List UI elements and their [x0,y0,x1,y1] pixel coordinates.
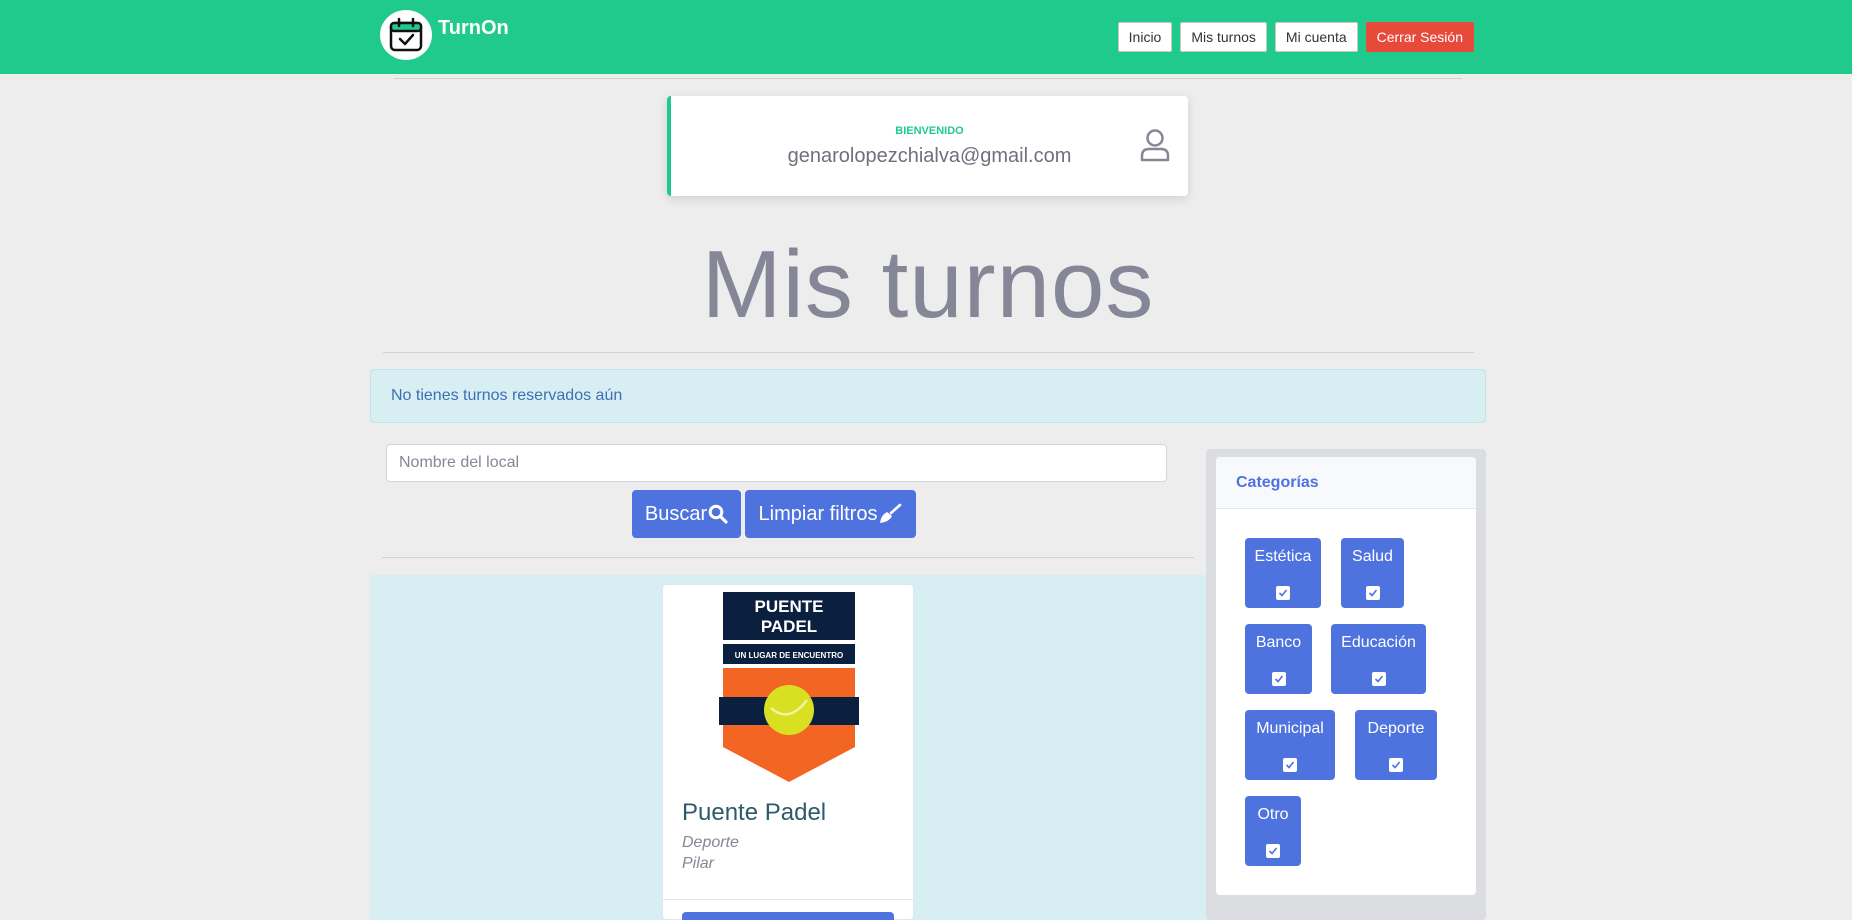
categories-title: Categorías [1216,457,1476,509]
local-card[interactable]: PUENTE PADEL UN LUGAR DE ENCUENTRO Puent… [662,584,914,920]
welcome-card: Bienvenido genarolopezchialva@gmail.com [667,96,1188,196]
category-label: Deporte [1367,720,1425,737]
nav-mis-turnos-button[interactable]: Mis turnos [1180,22,1267,52]
category-deporte-toggle[interactable]: Deporte [1355,710,1437,780]
nav-inicio-button[interactable]: Inicio [1117,22,1173,52]
brand-name[interactable]: TurnOn [438,17,509,40]
search-button-label: Buscar [644,502,708,525]
no-turnos-alert: No tienes turnos reservados aún [370,369,1486,423]
category-label: Salud [1352,548,1393,565]
category-banco-toggle[interactable]: Banco [1245,624,1312,694]
checkbox-icon[interactable] [1371,672,1386,686]
clear-filters-label: Limpiar filtros [758,502,878,525]
logo-line2: PADEL [761,617,817,636]
logo-tagline: UN LUGAR DE ENCUENTRO [735,651,843,660]
results-divider [382,557,1194,558]
clear-filters-button[interactable]: Limpiar filtros [745,490,916,538]
card-divider [663,899,913,900]
category-label: Educación [1341,634,1416,651]
local-city: Pilar [682,855,715,872]
checkbox-icon[interactable] [1283,758,1297,772]
local-logo: PUENTE PADEL UN LUGAR DE ENCUENTRO [719,592,859,784]
welcome-label: Bienvenido [895,125,964,137]
search-button[interactable]: Buscar [632,490,741,538]
nav-mi-cuenta-button[interactable]: Mi cuenta [1274,22,1358,52]
top-divider [394,78,1462,79]
broom-icon [878,503,902,525]
local-name[interactable]: Puente Padel [682,799,826,827]
category-label: Otro [1257,806,1289,823]
reserve-button[interactable] [682,912,894,920]
calendar-check-icon [380,10,432,60]
search-input[interactable] [386,444,1167,482]
category-estetica-toggle[interactable]: Estética [1245,538,1321,608]
checkbox-icon[interactable] [1365,586,1380,600]
category-label: Estética [1254,548,1312,565]
user-icon [1140,128,1170,167]
checkbox-icon[interactable] [1389,758,1403,772]
brand-logo[interactable]: TurnOn [380,10,509,60]
category-salud-toggle[interactable]: Salud [1341,538,1404,608]
category-educacion-toggle[interactable]: Educación [1331,624,1426,694]
category-municipal-toggle[interactable]: Municipal [1245,710,1335,780]
categories-card: Categorías Estética Salud Banco Educació… [1216,457,1476,895]
checkbox-icon[interactable] [1266,844,1280,858]
page-title: Mis turnos [701,231,1155,338]
category-otro-toggle[interactable]: Otro [1245,796,1301,866]
logo-line1: PUENTE [755,597,824,616]
title-divider [383,352,1474,353]
local-category: Deporte [682,834,739,851]
category-label: Banco [1255,634,1302,651]
category-label: Municipal [1256,720,1324,737]
search-icon [708,504,728,524]
nav-buttons: Inicio Mis turnos Mi cuenta Cerrar Sesió… [1117,22,1474,52]
checkbox-icon[interactable] [1271,672,1286,686]
logout-button[interactable]: Cerrar Sesión [1365,22,1474,52]
navbar: TurnOn Inicio Mis turnos Mi cuenta Cerra… [0,0,1852,74]
user-email: genarolopezchialva@gmail.com [787,145,1072,167]
checkbox-icon[interactable] [1276,586,1290,600]
